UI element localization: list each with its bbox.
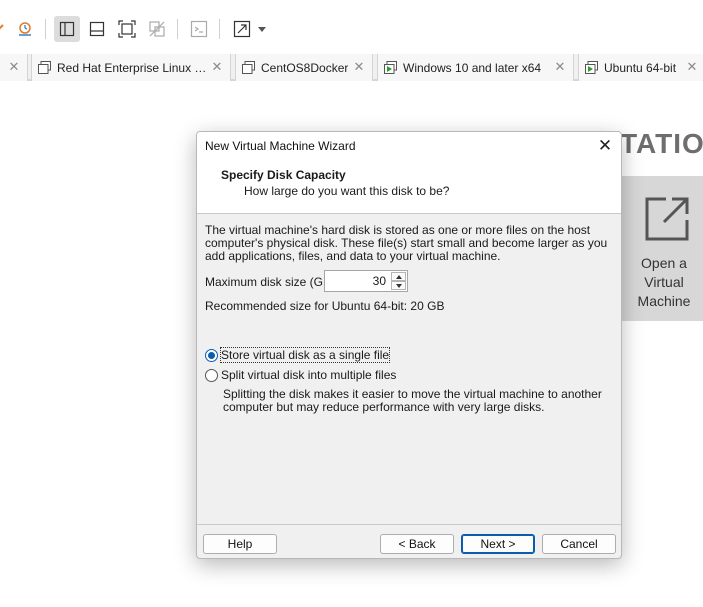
step-title: Specify Disk Capacity	[221, 168, 346, 182]
tab-label: Red Hat Enterprise Linux 8 64...	[57, 60, 213, 75]
open-vm-label: Open a Virtual Machine	[637, 255, 691, 309]
tab-red-hat[interactable]: Red Hat Enterprise Linux 8 64... ✕	[31, 54, 231, 81]
dropdown-icon[interactable]	[254, 16, 270, 42]
sidebar-icon[interactable]	[54, 16, 80, 42]
vm-running-icon	[585, 61, 598, 74]
toolbar-separator	[45, 19, 46, 39]
close-icon[interactable]: ✕	[210, 60, 224, 74]
split-files-option[interactable]: Split virtual disk into multiple files	[205, 367, 396, 383]
new-vm-wizard-dialog: New Virtual Machine Wizard ✕ Specify Dis…	[196, 131, 622, 559]
vm-icon	[38, 61, 51, 74]
snapshot-manager-icon[interactable]	[12, 16, 38, 42]
tab-previous[interactable]: ✕	[0, 54, 28, 81]
dialog-header: New Virtual Machine Wizard ✕ Specify Dis…	[197, 132, 621, 214]
tab-label: Windows 10 and later x64	[403, 60, 542, 75]
tab-label: Ubuntu 64-bit	[604, 60, 677, 75]
recommended-size: Recommended size for Ubuntu 64-bit: 20 G…	[205, 299, 445, 313]
tab-ubuntu[interactable]: Ubuntu 64-bit ✕	[578, 54, 703, 81]
stepper-down-icon[interactable]	[391, 281, 406, 290]
help-button[interactable]: Help	[203, 534, 277, 554]
vm-running-icon	[384, 61, 397, 74]
vm-icon	[242, 61, 255, 74]
toolbar-separator	[219, 19, 220, 39]
disk-size-stepper[interactable]: 30	[324, 270, 408, 292]
unity-icon[interactable]	[144, 16, 170, 42]
close-icon[interactable]: ✕	[352, 60, 366, 74]
step-subtitle: How large do you want this disk to be?	[244, 184, 450, 198]
toolbar	[0, 0, 703, 54]
split-files-label[interactable]: Split virtual disk into multiple files	[221, 368, 396, 382]
tab-windows[interactable]: Windows 10 and later x64 ✕	[377, 54, 574, 81]
radio-split-files[interactable]	[205, 368, 218, 382]
disk-size-label: Maximum disk size (GB):	[205, 275, 339, 289]
single-file-option[interactable]: Store virtual disk as a single file	[205, 347, 391, 363]
stepper-up-icon[interactable]	[391, 272, 406, 281]
tab-label: CentOS8Docker	[261, 60, 349, 75]
library-panel-icon[interactable]	[84, 16, 110, 42]
tab-centos[interactable]: CentOS8Docker ✕	[235, 54, 373, 81]
radio-single-file[interactable]	[205, 348, 218, 362]
open-vm-card[interactable]: Open a Virtual Machine	[622, 176, 703, 321]
close-icon[interactable]: ✕	[553, 60, 567, 74]
close-icon[interactable]: ✕	[685, 60, 699, 74]
disk-size-input[interactable]: 30	[373, 274, 386, 288]
back-button[interactable]: < Back	[380, 534, 454, 554]
home-heading: TATIOI	[620, 128, 703, 159]
cancel-button[interactable]: Cancel	[542, 534, 616, 554]
next-button[interactable]: Next >	[461, 534, 535, 554]
split-note: Splitting the disk makes it easier to mo…	[223, 387, 602, 414]
disk-description: The virtual machine's hard disk is store…	[205, 223, 608, 263]
open-external-icon	[645, 197, 689, 241]
console-icon[interactable]	[186, 16, 212, 42]
close-icon[interactable]: ✕	[7, 60, 21, 74]
full-screen-icon[interactable]	[114, 16, 140, 42]
prev-icon[interactable]	[0, 16, 8, 42]
single-file-label[interactable]: Store virtual disk as a single file	[219, 347, 391, 363]
vm-tab-bar: ✕ Red Hat Enterprise Linux 8 64... ✕ Cen…	[0, 54, 703, 81]
stretch-icon[interactable]	[229, 16, 255, 42]
toolbar-separator	[177, 19, 178, 39]
footer-divider	[197, 524, 621, 525]
dialog-title: New Virtual Machine Wizard	[205, 139, 356, 153]
close-icon[interactable]: ✕	[595, 136, 615, 156]
